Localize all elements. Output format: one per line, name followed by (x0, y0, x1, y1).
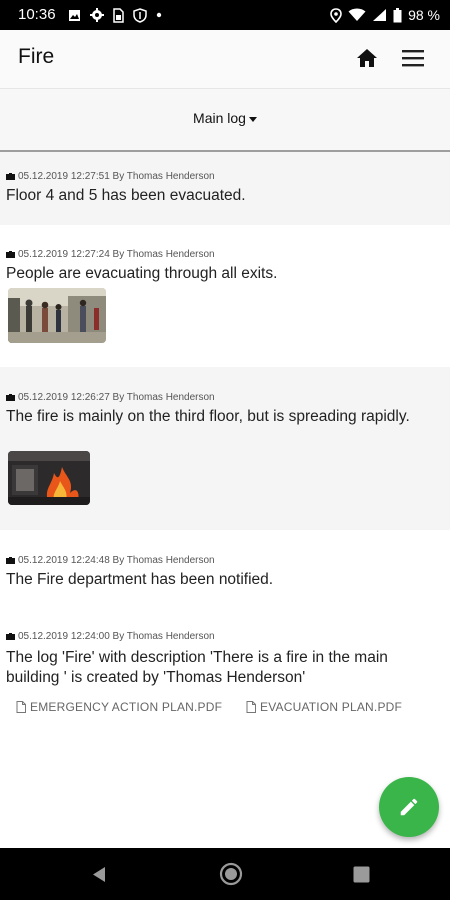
wifi-icon (348, 8, 366, 21)
attachment-label: EMERGENCY ACTION PLAN.PDF (30, 700, 223, 714)
signal-icon (373, 9, 387, 21)
back-icon[interactable] (91, 866, 107, 883)
app-bar: Fire (0, 30, 450, 89)
status-time: 10:36 (18, 6, 56, 23)
new-entry-button[interactable] (379, 777, 439, 837)
settings-icon (90, 8, 104, 22)
system-nav-bar (0, 848, 450, 900)
battery-icon (393, 7, 402, 22)
log-selector[interactable]: Main log (0, 110, 450, 126)
log-entry[interactable]: 05.12.2019 12:26:27 By Thomas Henderson … (0, 367, 450, 530)
battery-percent: 98 % (408, 7, 440, 23)
pencil-icon (400, 798, 418, 816)
log-entry[interactable]: 05.12.2019 12:27:51 By Thomas Henderson … (0, 152, 450, 225)
location-icon (330, 7, 342, 23)
menu-icon[interactable] (401, 48, 425, 68)
entry-text: The fire is mainly on the third floor, b… (6, 408, 410, 425)
entry-text: People are evacuating through all exits. (6, 265, 278, 282)
log-selector-bar: Main log (0, 89, 450, 152)
entry-meta: 05.12.2019 12:24:48 By Thomas Henderson (18, 555, 215, 566)
entry-meta: 05.12.2019 12:27:24 By Thomas Henderson (18, 249, 215, 260)
entry-text: Floor 4 and 5 has been evacuated. (6, 187, 246, 204)
camera-icon (6, 251, 15, 258)
log-entry[interactable]: 05.12.2019 12:27:24 By Thomas Henderson … (0, 225, 450, 367)
entry-meta: 05.12.2019 12:26:27 By Thomas Henderson (18, 392, 215, 403)
entry-meta: 05.12.2019 12:24:00 By Thomas Henderson (18, 631, 215, 642)
attachment-link[interactable]: EMERGENCY ACTION PLAN.PDF (16, 700, 222, 714)
status-bar: 10:36 98 % (0, 0, 450, 30)
recents-icon[interactable] (353, 866, 370, 883)
attachment-label: EVACUATION PLAN.PDF (260, 700, 403, 714)
sim-icon (113, 7, 124, 23)
camera-icon (6, 394, 15, 401)
camera-icon (6, 173, 15, 180)
document-icon (16, 701, 26, 713)
entry-meta: 05.12.2019 12:27:51 By Thomas Henderson (18, 171, 215, 182)
evacuation-photo[interactable] (8, 288, 106, 343)
log-selector-label: Main log (193, 110, 246, 126)
document-icon (246, 701, 256, 713)
log-entry[interactable]: 05.12.2019 12:24:48 By Thomas Henderson … (0, 530, 450, 610)
entry-text: The Fire department has been notified. (6, 571, 274, 588)
dot-icon (156, 12, 162, 18)
home-button-icon[interactable] (219, 862, 243, 886)
camera-icon (6, 557, 15, 564)
fire-photo[interactable] (8, 451, 90, 505)
image-icon (69, 9, 80, 21)
camera-icon (6, 633, 15, 640)
home-icon[interactable] (355, 46, 379, 70)
shield-icon (133, 7, 147, 23)
page-title: Fire (18, 45, 55, 68)
chevron-down-icon (248, 116, 257, 122)
attachment-link[interactable]: EVACUATION PLAN.PDF (246, 700, 402, 714)
entry-text: The log 'Fire' with description 'There i… (6, 649, 388, 686)
